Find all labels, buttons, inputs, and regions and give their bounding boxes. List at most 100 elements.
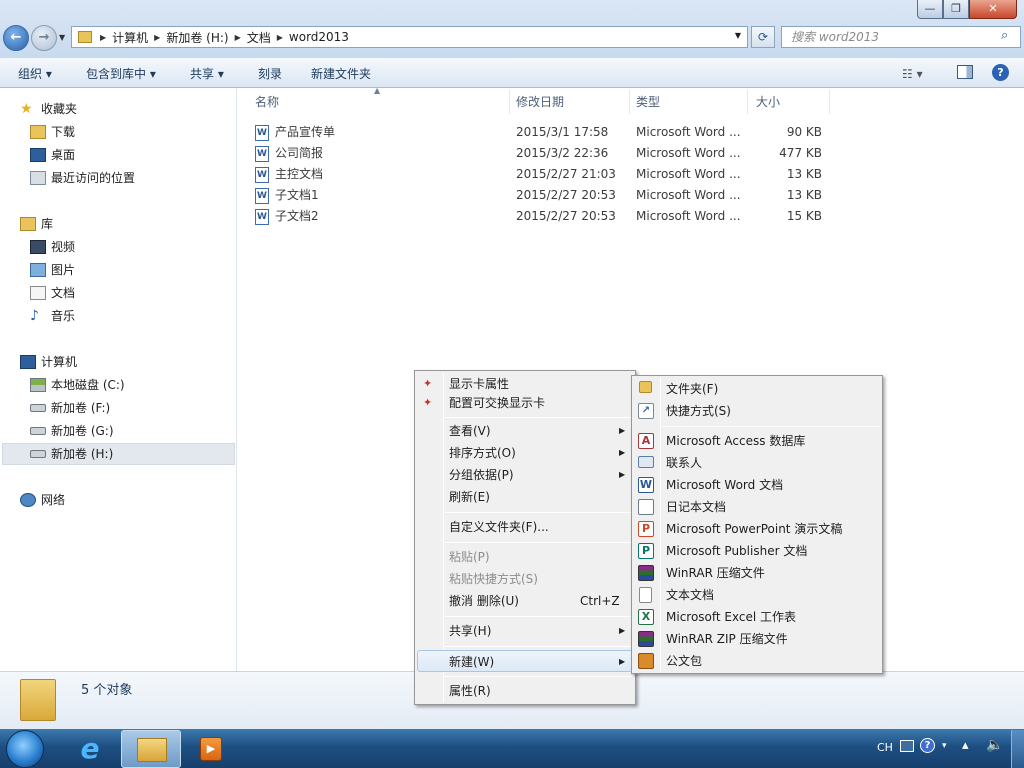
breadcrumb-documents[interactable]: 文档: [247, 29, 271, 46]
nav-downloads[interactable]: 下载: [30, 121, 75, 143]
show-desktop-button[interactable]: [1011, 730, 1024, 768]
new-winrar-item[interactable]: WinRAR 压缩文件: [634, 562, 880, 584]
include-in-library-button[interactable]: 包含到库中 ▾: [86, 65, 156, 83]
nav-music[interactable]: ♪ 音乐: [30, 305, 75, 327]
menu-item-properties[interactable]: 属性(R): [417, 680, 633, 702]
new-shortcut-item[interactable]: ↗ 快捷方式(S): [634, 400, 880, 422]
menu-item-new[interactable]: 新建(W) ▶: [417, 650, 633, 672]
table-row[interactable]: W 公司简报 2015/3/2 22:36 Microsoft Word ... …: [255, 143, 835, 164]
file-name: 公司简报: [275, 146, 324, 160]
new-journal-item[interactable]: 日记本文档: [634, 496, 880, 518]
menu-separator: [445, 542, 633, 543]
nav-documents[interactable]: 文档: [30, 282, 75, 304]
nav-computer[interactable]: 计算机: [20, 351, 77, 373]
nav-libraries[interactable]: 库: [20, 213, 53, 235]
breadcrumb-separator-icon[interactable]: ▶: [100, 33, 106, 42]
nav-label: 音乐: [51, 309, 76, 323]
burn-button[interactable]: 刻录: [258, 65, 282, 83]
preview-pane-icon[interactable]: [957, 65, 973, 79]
recent-pages-chevron-icon[interactable]: ▼: [59, 33, 65, 42]
organize-button[interactable]: 组织 ▾: [18, 65, 52, 83]
nav-drive-f[interactable]: 新加卷 (F:): [30, 397, 110, 419]
breadcrumb-separator-icon[interactable]: ▶: [277, 33, 283, 42]
menu-separator: [445, 646, 633, 647]
search-input[interactable]: 搜索 word2013: [781, 26, 1021, 48]
close-button[interactable]: ✕: [969, 0, 1017, 19]
menu-label: WinRAR 压缩文件: [666, 566, 765, 580]
new-publisher-item[interactable]: P Microsoft Publisher 文档: [634, 540, 880, 562]
column-header-modified[interactable]: 修改日期: [512, 90, 630, 114]
menu-item-group-by[interactable]: 分组依据(P) ▶: [417, 464, 633, 486]
show-hidden-icons-icon[interactable]: ▴: [962, 738, 969, 753]
drive-icon: [30, 404, 46, 412]
breadcrumb-separator-icon[interactable]: ▶: [235, 33, 241, 42]
column-header-size[interactable]: 大小: [752, 90, 830, 114]
nav-drive-g[interactable]: 新加卷 (G:): [30, 420, 114, 442]
new-access-item[interactable]: A Microsoft Access 数据库: [634, 430, 880, 452]
breadcrumb-drive[interactable]: 新加卷 (H:): [166, 29, 228, 46]
menu-item-share[interactable]: 共享(H) ▶: [417, 620, 633, 642]
file-size: 477 KB: [779, 146, 822, 160]
keyboard-icon[interactable]: [900, 740, 914, 752]
new-text-document-item[interactable]: 文本文档: [634, 584, 880, 606]
table-row[interactable]: W 主控文档 2015/2/27 21:03 Microsoft Word ...…: [255, 164, 835, 185]
table-row[interactable]: W 产品宣传单 2015/3/1 17:58 Microsoft Word ...…: [255, 122, 835, 143]
menu-item-view[interactable]: 查看(V) ▶: [417, 420, 633, 442]
new-word-item[interactable]: W Microsoft Word 文档: [634, 474, 880, 496]
menu-separator: [445, 676, 633, 677]
new-powerpoint-item[interactable]: P Microsoft PowerPoint 演示文稿: [634, 518, 880, 540]
help-tray-icon[interactable]: ?: [920, 738, 935, 753]
nav-videos[interactable]: 视频: [30, 236, 75, 258]
new-winrar-zip-item[interactable]: WinRAR ZIP 压缩文件: [634, 628, 880, 650]
share-button[interactable]: 共享 ▾: [190, 65, 224, 83]
new-briefcase-item[interactable]: 公文包: [634, 650, 880, 672]
table-row[interactable]: W 子文档2 2015/2/27 20:53 Microsoft Word ...…: [255, 206, 835, 227]
column-header-name[interactable]: 名称: [251, 90, 510, 114]
menu-label: 共享(H): [449, 624, 492, 638]
nav-pictures[interactable]: 图片: [30, 259, 75, 281]
nav-network[interactable]: 网络: [20, 489, 65, 511]
menu-label: 属性(R): [449, 684, 491, 698]
taskbar-explorer-button[interactable]: [121, 730, 181, 768]
help-icon[interactable]: ?: [992, 64, 1009, 81]
start-button[interactable]: [6, 730, 44, 768]
breadcrumb-separator-icon[interactable]: ▶: [154, 33, 160, 42]
new-folder-button[interactable]: 新建文件夹: [311, 65, 371, 83]
menu-item-switchable-graphics[interactable]: ✦ 配置可交换显示卡: [417, 392, 633, 414]
nav-favorites[interactable]: ★ 收藏夹: [20, 98, 77, 120]
menu-item-undo-delete[interactable]: 撤消 删除(U) Ctrl+Z: [417, 590, 633, 612]
view-options-icon[interactable]: ☷ ▾: [902, 65, 923, 83]
tray-chevron-icon[interactable]: ▾: [942, 741, 947, 751]
menu-item-sort-by[interactable]: 排序方式(O) ▶: [417, 442, 633, 464]
new-folder-item[interactable]: 文件夹(F): [634, 378, 880, 400]
folder-icon: [78, 31, 92, 43]
maximize-button[interactable]: ❐: [943, 0, 969, 19]
address-dropdown-icon[interactable]: ▼: [735, 31, 741, 40]
internet-explorer-icon[interactable]: e: [71, 733, 109, 765]
nav-drive-c[interactable]: 本地磁盘 (C:): [30, 374, 125, 396]
new-excel-item[interactable]: X Microsoft Excel 工作表: [634, 606, 880, 628]
breadcrumb-computer[interactable]: 计算机: [112, 29, 148, 46]
search-icon[interactable]: ⌕: [1001, 28, 1008, 43]
context-menu: ✦ 显示卡属性 ✦ 配置可交换显示卡 查看(V) ▶ 排序方式(O) ▶ 分组依据(P)…: [414, 370, 636, 705]
nav-label: 收藏夹: [41, 102, 78, 116]
address-bar[interactable]: ▶ 计算机 ▶ 新加卷 (H:) ▶ 文档 ▶ word2013 ▼: [71, 26, 748, 48]
nav-label: 视频: [51, 240, 76, 254]
minimize-button[interactable]: —: [917, 0, 943, 19]
nav-recent-places[interactable]: 最近访问的位置: [30, 167, 135, 189]
volume-icon[interactable]: 🔈: [986, 737, 1003, 753]
nav-desktop[interactable]: 桌面: [30, 144, 75, 166]
forward-button[interactable]: →: [31, 25, 57, 51]
column-header-type[interactable]: 类型: [632, 90, 748, 114]
media-player-icon[interactable]: ▶: [200, 737, 222, 761]
nav-drive-h[interactable]: 新加卷 (H:): [30, 443, 113, 465]
menu-item-refresh[interactable]: 刷新(E): [417, 486, 633, 508]
table-row[interactable]: W 子文档1 2015/2/27 20:53 Microsoft Word ...…: [255, 185, 835, 206]
breadcrumb-word2013[interactable]: word2013: [289, 30, 349, 44]
refresh-icon[interactable]: ⟳: [751, 26, 775, 48]
menu-item-customize-folder[interactable]: 自定义文件夹(F)...: [417, 516, 633, 538]
new-contact-item[interactable]: 联系人: [634, 452, 880, 474]
back-button[interactable]: ←: [3, 25, 29, 51]
language-indicator[interactable]: CH: [877, 741, 893, 754]
file-name: 子文档1: [275, 188, 319, 202]
